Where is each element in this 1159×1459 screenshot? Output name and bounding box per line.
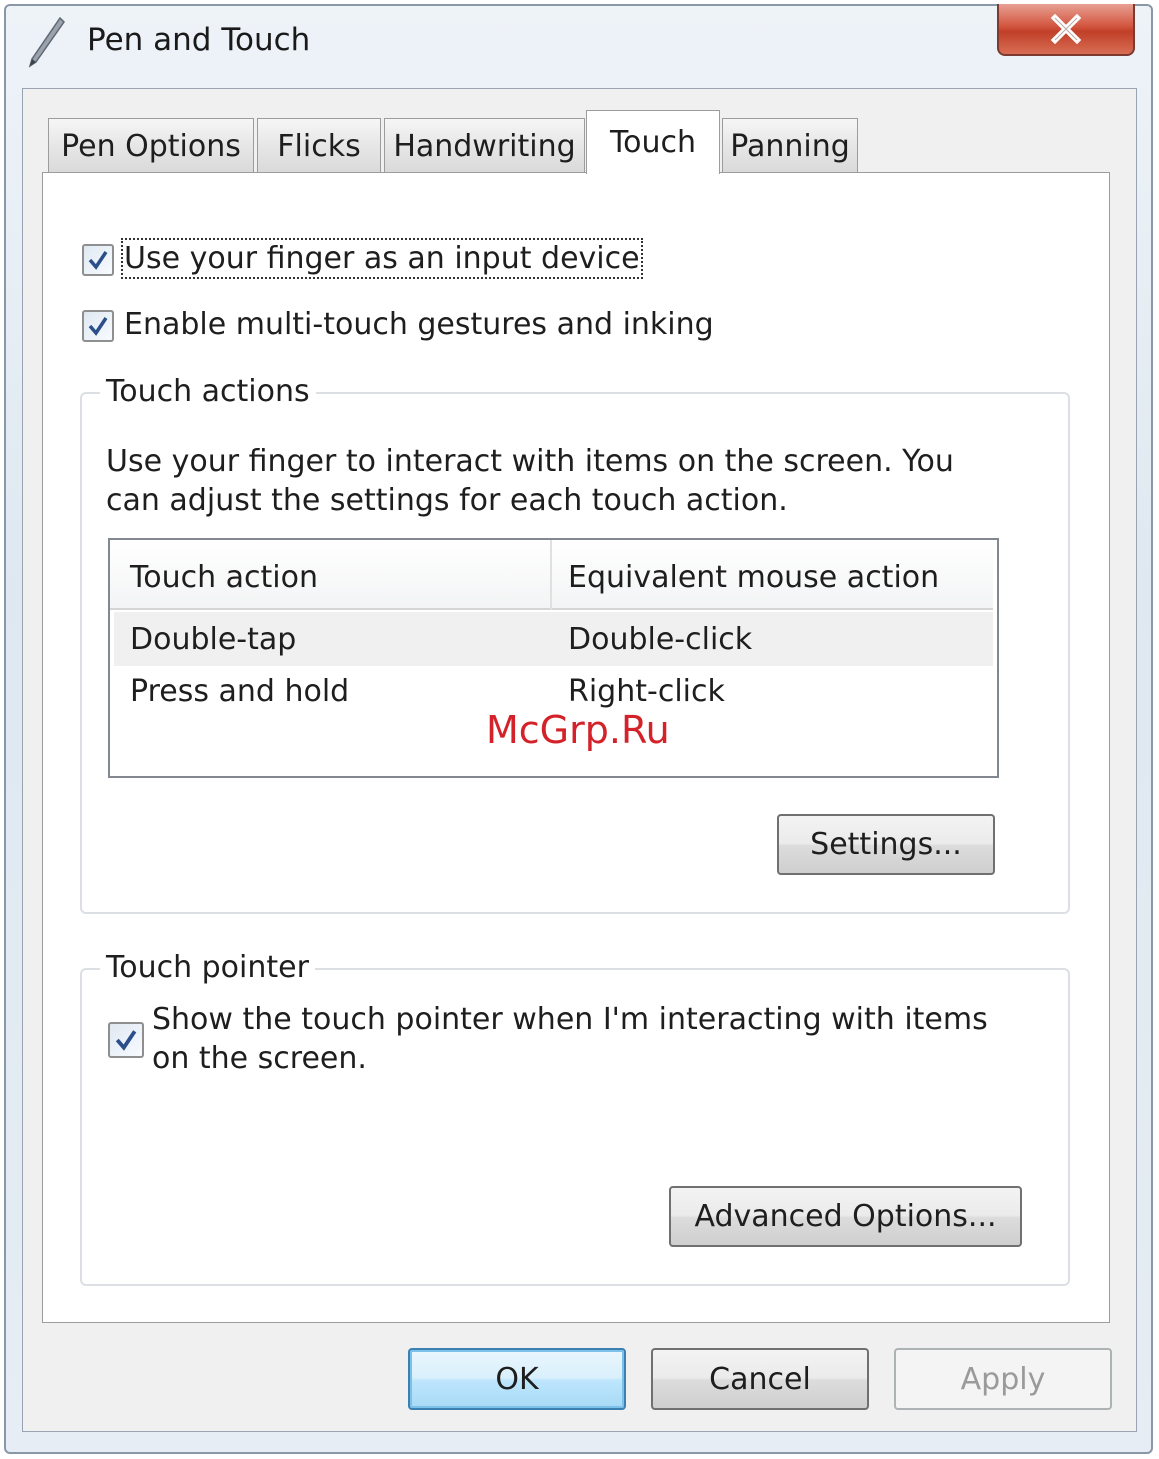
touch-actions-legend: Touch actions: [100, 374, 316, 409]
tab-label: Panning: [730, 129, 850, 164]
column-header-mouse-action[interactable]: Equivalent mouse action: [568, 560, 939, 595]
apply-button-label: Apply: [960, 1361, 1046, 1397]
column-divider[interactable]: [550, 540, 552, 610]
tab-panning[interactable]: Panning: [722, 118, 858, 174]
pen-icon: [28, 16, 65, 68]
cancel-button[interactable]: Cancel: [651, 1348, 869, 1410]
touch-action-cell: Double-tap: [130, 622, 297, 657]
show-pointer-checkbox[interactable]: [108, 1022, 144, 1058]
show-pointer-label-line2[interactable]: on the screen.: [152, 1039, 367, 1078]
advanced-options-button[interactable]: Advanced Options...: [669, 1186, 1022, 1247]
use-finger-checkbox[interactable]: [82, 244, 114, 276]
multi-touch-label[interactable]: Enable multi-touch gestures and inking: [124, 307, 714, 342]
ok-button-label: OK: [495, 1361, 539, 1397]
tab-handwriting[interactable]: Handwriting: [384, 118, 585, 174]
list-header: Touch action Equivalent mouse action: [110, 540, 993, 610]
watermark-text: McGrp.Ru: [486, 708, 670, 752]
tab-label: Flicks: [277, 129, 361, 164]
touch-actions-description-line1: Use your finger to interact with items o…: [106, 444, 954, 479]
checkmark-icon: [115, 1030, 137, 1051]
cancel-button-label: Cancel: [709, 1361, 811, 1397]
tab-touch[interactable]: Touch: [586, 110, 720, 174]
checkmark-icon: [88, 251, 108, 270]
tab-flicks[interactable]: Flicks: [257, 118, 381, 174]
table-row[interactable]: Double-tap Double-click: [114, 612, 993, 666]
use-finger-label[interactable]: Use your finger as an input device: [121, 238, 643, 279]
tab-label: Pen Options: [61, 129, 241, 164]
tab-label: Touch: [609, 125, 697, 160]
touch-actions-description-line2: can adjust the settings for each touch a…: [106, 483, 788, 518]
apply-button[interactable]: Apply: [894, 1348, 1112, 1410]
settings-button[interactable]: Settings...: [777, 814, 995, 875]
mouse-action-cell: Right-click: [568, 674, 725, 709]
close-icon: [1050, 14, 1082, 44]
advanced-options-button-label: Advanced Options...: [694, 1199, 997, 1234]
multi-touch-checkbox[interactable]: [82, 310, 114, 342]
touch-action-cell: Press and hold: [130, 674, 350, 709]
show-pointer-label-line1[interactable]: Show the touch pointer when I'm interact…: [152, 1000, 988, 1039]
tab-pen-options[interactable]: Pen Options: [48, 118, 254, 174]
ok-button[interactable]: OK: [408, 1348, 626, 1410]
touch-pointer-legend: Touch pointer: [100, 950, 315, 985]
close-button[interactable]: [997, 4, 1135, 56]
settings-button-label: Settings...: [810, 827, 962, 862]
mouse-action-cell: Double-click: [568, 622, 753, 657]
column-header-touch-action[interactable]: Touch action: [130, 560, 318, 595]
window-title: Pen and Touch: [87, 22, 311, 58]
checkmark-icon: [88, 317, 108, 336]
tab-label: Handwriting: [393, 129, 576, 164]
